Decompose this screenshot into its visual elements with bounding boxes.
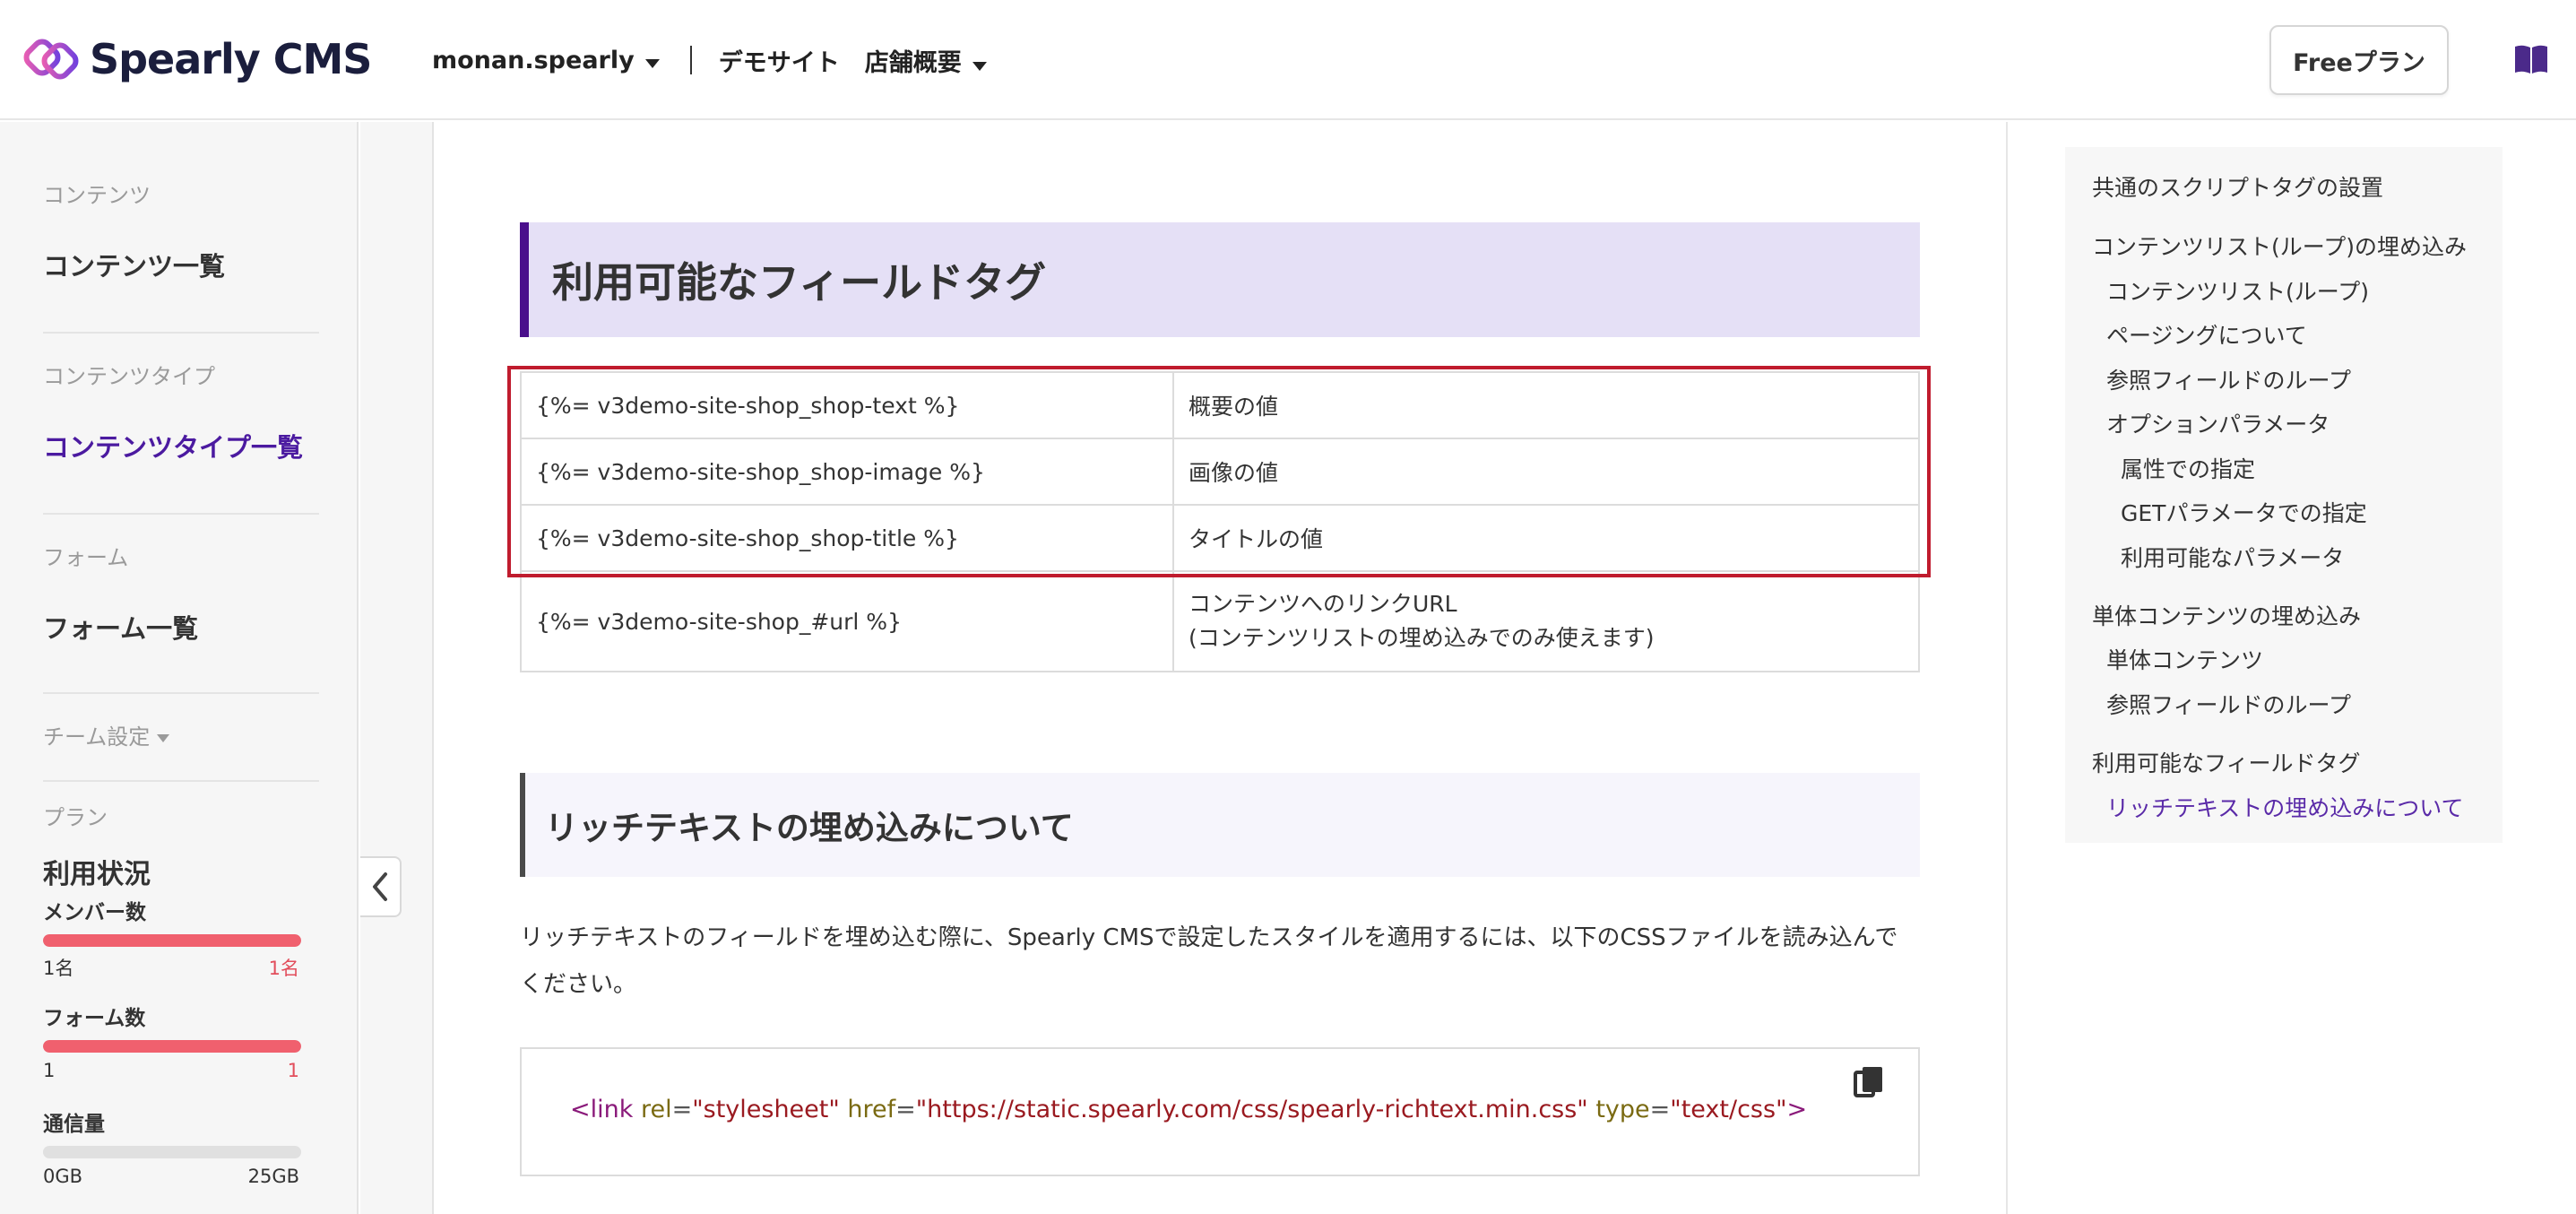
field-desc-cell: 画像の値 <box>1172 438 1920 506</box>
sidebar-divider <box>43 513 319 515</box>
team-selector[interactable]: monan.spearly <box>432 47 660 74</box>
toc-item-active[interactable]: リッチテキストの埋め込みについて <box>2106 791 2464 823</box>
team-settings-label: チーム設定 <box>43 724 151 750</box>
code-string: "text/css" <box>1670 1096 1787 1123</box>
field-tag-cell: {%= v3demo-site-shop_#url %} <box>520 570 1174 672</box>
sidebar-item-forms-list[interactable]: フォーム一覧 <box>43 608 198 646</box>
toc-item[interactable]: 参照フィールドのループ <box>2106 363 2351 395</box>
usage-bar-traffic <box>43 1146 301 1158</box>
field-tag-cell: {%= v3demo-site-shop_shop-title %} <box>520 504 1174 572</box>
copy-icon[interactable] <box>1854 1065 1884 1101</box>
team-name: monan.spearly <box>432 46 635 74</box>
toc-item[interactable]: コンテンツリスト(ループ) <box>2106 274 2369 307</box>
caret-down-icon <box>644 58 660 68</box>
usage-bar-members <box>43 934 301 947</box>
field-desc-line: コンテンツへのリンクURL <box>1189 591 1457 617</box>
code-eq: = <box>671 1096 693 1123</box>
toc-item[interactable]: 属性での指定 <box>2121 452 2255 484</box>
sidebar-section-forms: フォーム <box>43 545 129 570</box>
sidebar-divider <box>43 332 319 334</box>
code-attr: rel <box>640 1096 672 1123</box>
usage-max-forms: 1 <box>287 1060 299 1081</box>
toc-item[interactable]: ページングについて <box>2106 318 2307 351</box>
plan-button[interactable]: Freeプラン <box>2269 25 2449 95</box>
collapse-sidebar-button[interactable] <box>360 856 402 917</box>
sidebar-divider <box>43 780 319 782</box>
usage-label-members: メンバー数 <box>43 901 146 924</box>
field-desc-cell: 概要の値 <box>1172 371 1920 439</box>
sidebar-item-contents-list[interactable]: コンテンツ一覧 <box>43 246 225 283</box>
caret-down-icon <box>157 733 170 742</box>
code-string: "https://static.spearly.com/css/spearly-… <box>915 1096 1588 1123</box>
top-header: Spearly CMS monan.spearly デモサイト 店舗概要 Fre… <box>0 0 2576 120</box>
sidebar-team-settings[interactable]: チーム設定 <box>43 719 170 750</box>
sidebar-item-content-types-list[interactable]: コンテンツタイプ一覧 <box>43 427 303 464</box>
usage-label-traffic: 通信量 <box>43 1113 105 1136</box>
table-row: {%= v3demo-site-shop_#url %} コンテンツへのリンクU… <box>520 570 1920 672</box>
toc-item[interactable]: オプションパラメータ <box>2106 407 2330 439</box>
toc-item[interactable]: コンテンツリスト(ループ)の埋め込み <box>2092 230 2467 262</box>
spearly-logo-icon <box>23 39 79 80</box>
toc-item[interactable]: 単体コンテンツの埋め込み <box>2092 599 2361 631</box>
code-tag-open: <link <box>570 1096 634 1123</box>
toc-item[interactable]: 参照フィールドのループ <box>2106 688 2351 720</box>
section-heading-field-tags: 利用可能なフィールドタグ <box>520 222 1920 337</box>
sidebar-section-plan: プラン <box>43 805 108 830</box>
usage-label-forms: フォーム数 <box>43 1007 146 1030</box>
usage-bar-fill <box>43 1040 301 1053</box>
code-eq: = <box>895 1096 916 1123</box>
table-row: {%= v3demo-site-shop_shop-image %} 画像の値 <box>520 438 1920 506</box>
usage-bar-forms <box>43 1040 301 1053</box>
toc-item[interactable]: 利用可能なフィールドタグ <box>2092 746 2361 778</box>
content-gutter <box>360 122 434 1214</box>
logo[interactable]: Spearly CMS <box>23 30 372 88</box>
section-heading-rich-text: リッチテキストの埋め込みについて <box>520 773 1920 877</box>
page-selector[interactable]: 店舗概要 <box>865 43 987 78</box>
usage-max-traffic: 25GB <box>247 1166 299 1187</box>
code-line[interactable]: <link rel="stylesheet" href="https://sta… <box>570 1096 1807 1123</box>
usage-min-forms: 1 <box>43 1060 56 1081</box>
table-row: {%= v3demo-site-shop_shop-title %} タイトルの… <box>520 504 1920 572</box>
toc-item[interactable]: 共通のスクリプトタグの設置 <box>2092 170 2383 203</box>
logo-text: Spearly CMS <box>90 35 372 83</box>
chevron-left-icon <box>373 872 387 901</box>
sidebar-divider <box>43 692 319 694</box>
code-eq: = <box>1649 1096 1671 1123</box>
code-block: <link rel="stylesheet" href="https://sta… <box>520 1047 1920 1176</box>
sidebar-section-content-types: コンテンツタイプ <box>43 364 215 389</box>
site-link[interactable]: デモサイト <box>719 43 840 78</box>
code-tag-close: > <box>1786 1096 1808 1123</box>
code-attr: type <box>1595 1096 1650 1123</box>
field-tag-cell: {%= v3demo-site-shop_shop-text %} <box>520 371 1174 439</box>
field-desc-cell: コンテンツへのリンクURL (コンテンツリストの埋め込みでのみ使えます) <box>1172 570 1920 672</box>
code-string: "stylesheet" <box>692 1096 840 1123</box>
book-icon[interactable] <box>2513 43 2549 75</box>
caret-down-icon <box>972 61 987 71</box>
breadcrumb-nav: monan.spearly デモサイト 店舗概要 <box>432 39 987 81</box>
usage-min-traffic: 0GB <box>43 1166 83 1187</box>
page-name: 店舗概要 <box>864 48 962 77</box>
usage-max-members: 1名 <box>268 958 299 979</box>
left-sidebar: コンテンツ コンテンツ一覧 コンテンツタイプ コンテンツタイプ一覧 フォーム フ… <box>0 122 359 1214</box>
usage-title: 利用状況 <box>43 859 151 890</box>
field-desc-line: (コンテンツリストの埋め込みでのみ使えます) <box>1189 625 1655 651</box>
rich-text-description: リッチテキストのフィールドを埋め込む際に、Spearly CMSで設定したスタイ… <box>520 924 1898 998</box>
toc-item[interactable]: 利用可能なパラメータ <box>2121 541 2344 573</box>
usage-min-members: 1名 <box>43 958 74 979</box>
sidebar-section-contents: コンテンツ <box>43 183 151 208</box>
table-row: {%= v3demo-site-shop_shop-text %} 概要の値 <box>520 371 1920 439</box>
code-attr: href <box>847 1096 896 1123</box>
usage-bar-fill <box>43 934 301 947</box>
nav-separator <box>689 46 692 74</box>
toc-item[interactable]: 単体コンテンツ <box>2106 643 2263 675</box>
toc-item[interactable]: GETパラメータでの指定 <box>2121 496 2367 528</box>
table-of-contents: 共通のスクリプトタグの設置 コンテンツリスト(ループ)の埋め込み コンテンツリス… <box>2065 147 2503 843</box>
field-tag-cell: {%= v3demo-site-shop_shop-image %} <box>520 438 1174 506</box>
field-tag-table: {%= v3demo-site-shop_shop-text %} 概要の値 {… <box>520 371 1920 672</box>
field-desc-cell: タイトルの値 <box>1172 504 1920 572</box>
